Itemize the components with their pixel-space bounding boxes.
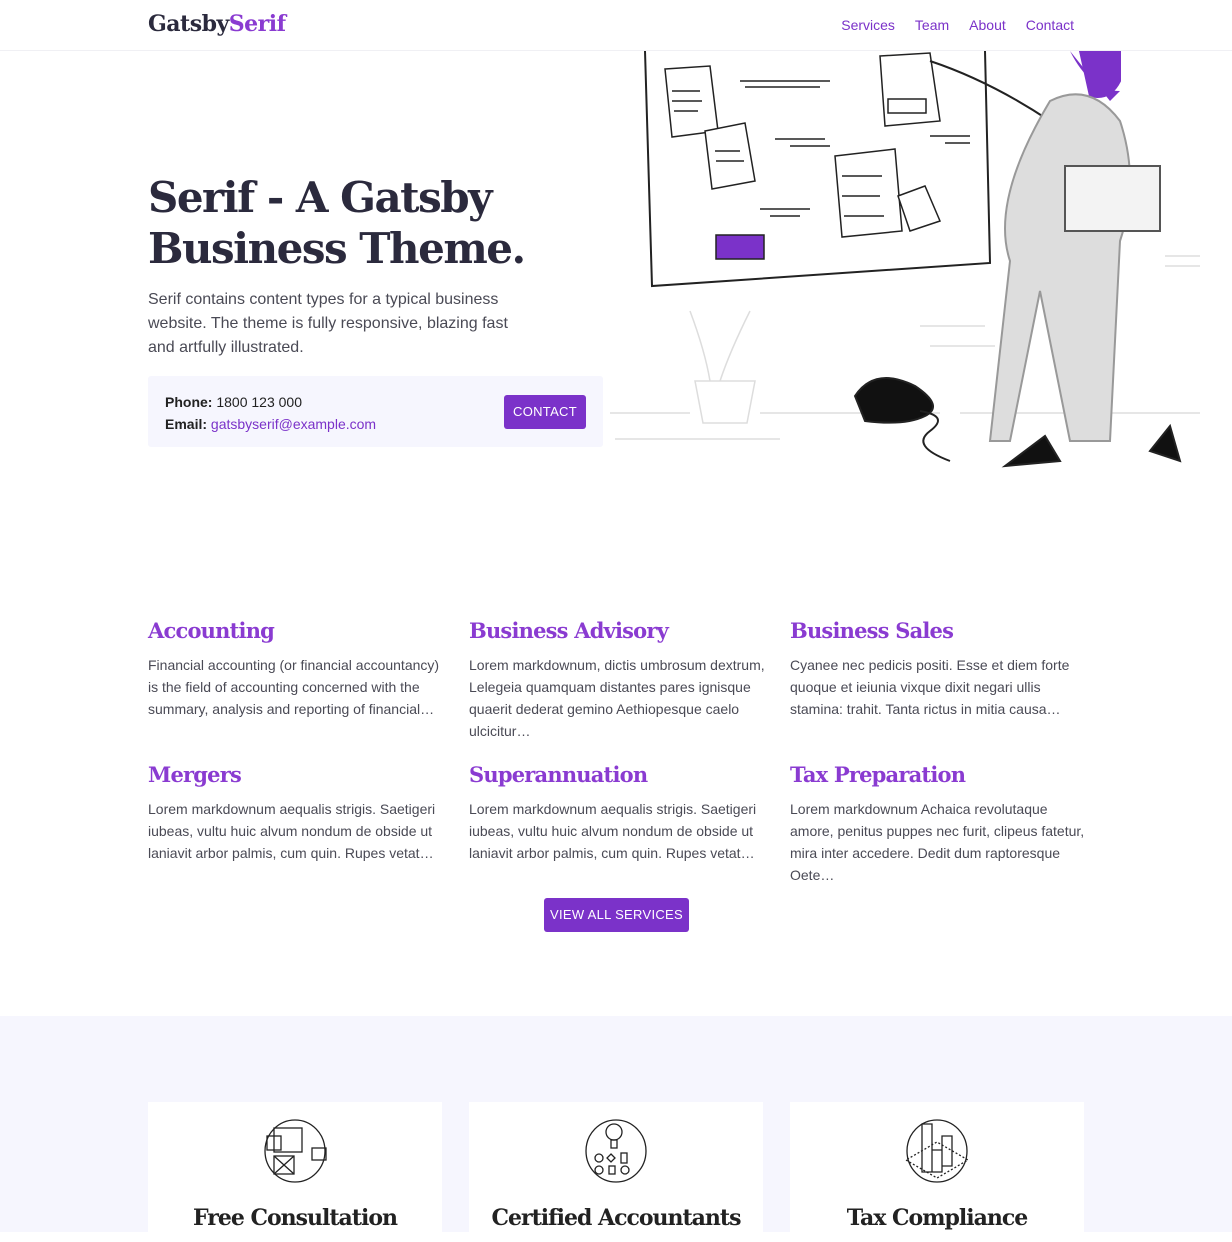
service-text: Lorem markdownum aequalis strigis. Saeti… xyxy=(469,801,757,861)
logo-accent: Serif xyxy=(228,11,286,37)
logo-text: Gatsby xyxy=(148,11,229,37)
logo[interactable]: GatsbySerif xyxy=(148,11,286,37)
service-text: Lorem markdownum, dictis umbrosum dextru… xyxy=(469,657,765,739)
service-title[interactable]: Business Sales xyxy=(790,618,1086,652)
nav-contact[interactable]: Contact xyxy=(1026,17,1074,33)
consultation-icon xyxy=(264,1119,327,1183)
hero-text: Serif contains content types for a typic… xyxy=(148,291,508,356)
service-text: Cyanee nec pedicis positi. Esse et diem … xyxy=(790,657,1070,717)
service-item[interactable]: Business Advisory Lorem markdownum, dicti… xyxy=(469,618,765,742)
contact-button[interactable]: CONTACT xyxy=(504,395,586,429)
buildings-chart-icon xyxy=(904,1119,970,1183)
feature-card: Tax Compliance xyxy=(790,1102,1084,1242)
nav-services[interactable]: Services xyxy=(841,17,895,33)
service-item[interactable]: Superannuation Lorem markdownum aequalis … xyxy=(469,762,765,886)
feature-title: Certified Accountants xyxy=(491,1205,742,1231)
feature-card: Free Consultation xyxy=(148,1102,442,1242)
email-link[interactable]: gatsbyserif@example.com xyxy=(211,416,376,432)
phone-label: Phone: xyxy=(165,394,213,410)
site-header: GatsbySerif Services Team About Contact xyxy=(0,0,1232,51)
services-grid: Accounting Financial accounting (or finan… xyxy=(148,618,1098,886)
service-item[interactable]: Accounting Financial accounting (or finan… xyxy=(148,618,444,742)
nav-about[interactable]: About xyxy=(969,17,1006,33)
hero-illustration xyxy=(610,51,1200,468)
lightbulb-flowchart-icon xyxy=(585,1119,647,1183)
service-text: Lorem markdownum aequalis strigis. Saeti… xyxy=(148,801,436,861)
email-label: Email: xyxy=(165,416,208,432)
service-item[interactable]: Business Sales Cyanee nec pedicis positi.… xyxy=(790,618,1086,742)
phone-value: 1800 123 000 xyxy=(216,394,302,410)
contact-callout: Phone: 1800 123 000 Email: gatsbyserif@e… xyxy=(148,376,603,447)
nav-team[interactable]: Team xyxy=(915,17,949,33)
service-item[interactable]: Mergers Lorem markdownum aequalis strigis… xyxy=(148,762,444,886)
service-title[interactable]: Tax Preparation xyxy=(790,762,1086,796)
service-title[interactable]: Mergers xyxy=(148,762,444,796)
service-item[interactable]: Tax Preparation Lorem markdownum Achaica … xyxy=(790,762,1086,886)
service-title[interactable]: Accounting xyxy=(148,618,444,652)
main-nav: Services Team About Contact xyxy=(841,17,1074,33)
hero-title: Serif - A Gatsby Business Theme. xyxy=(148,173,526,273)
view-all-services-button[interactable]: VIEW ALL SERVICES xyxy=(544,898,689,932)
feature-title: Free Consultation xyxy=(193,1205,398,1231)
service-title[interactable]: Business Advisory xyxy=(469,618,765,652)
service-text: Financial accounting (or financial accou… xyxy=(148,657,440,717)
feature-title: Tax Compliance xyxy=(846,1205,1029,1231)
feature-card: Certified Accountants xyxy=(469,1102,763,1242)
service-text: Lorem markdownum Achaica revolutaque amo… xyxy=(790,801,1085,883)
service-title[interactable]: Superannuation xyxy=(469,762,765,796)
